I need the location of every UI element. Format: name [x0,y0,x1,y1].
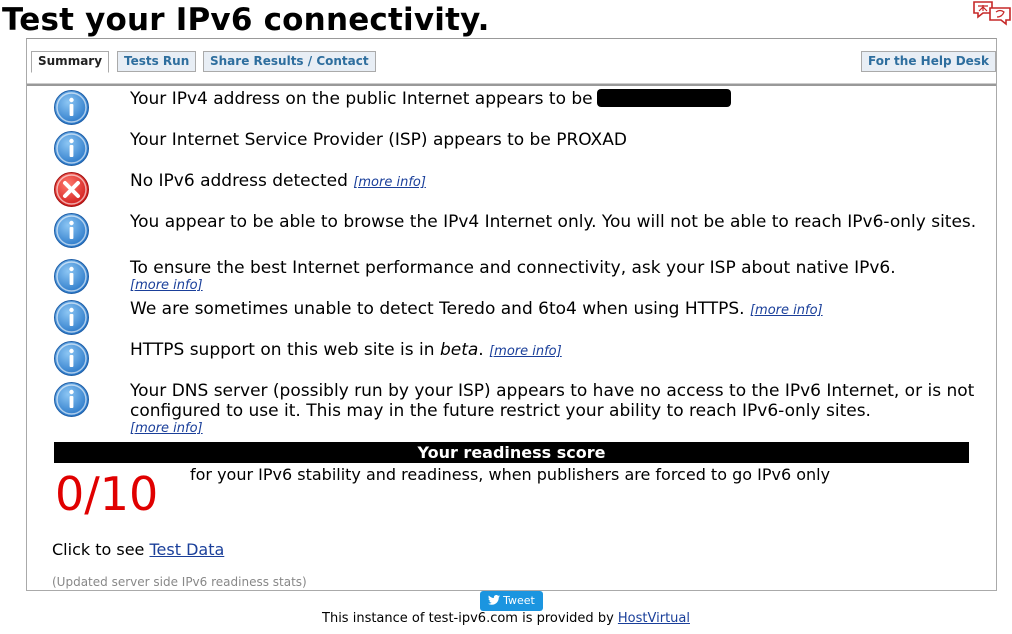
footer-text: This instance of test-ipv6.com is provid… [322,611,614,626]
teredo-message: We are sometimes unable to detect Teredo… [130,299,745,319]
info-icon [53,299,90,336]
ipv4-message: Your IPv4 address on the public Internet… [130,89,593,109]
ipv4-only-message: You appear to be able to browse the IPv4… [130,212,977,232]
error-icon [53,171,90,208]
info-icon [53,258,90,295]
tab-help-desk[interactable]: For the Help Desk [861,51,996,72]
dns-message: Your DNS server (possibly run by your IS… [130,381,975,421]
message-text: Your IPv4 address on the public Internet… [130,89,990,109]
twitter-bird-icon [488,595,501,605]
tab-share-results[interactable]: Share Results / Contact [203,51,376,72]
more-info-link[interactable]: [more info] [130,278,990,294]
no-ipv6-message: No IPv6 address detected [130,171,348,191]
test-data-link[interactable]: Test Data [149,540,224,559]
message-text: We are sometimes unable to detect Teredo… [130,299,990,321]
click-to-see: Click to see Test Data [52,539,224,561]
tweet-button[interactable]: Tweet [480,591,543,611]
readiness-score-value: 0/10 [55,467,159,521]
https-message-period: . [478,340,484,360]
hostvirtual-link[interactable]: HostVirtual [618,611,690,626]
more-info-link[interactable]: [more info] [130,421,990,437]
ask-isp-message: To ensure the best Internet performance … [130,258,896,278]
info-icon [53,340,90,377]
language-icon[interactable] [972,0,1012,26]
info-icon [53,89,90,126]
tab-summary[interactable]: Summary [31,51,110,73]
more-info-link[interactable]: [more info] [353,175,426,190]
info-icon [53,130,90,167]
redacted-ip-address [596,89,731,107]
click-to-see-label: Click to see [52,540,145,559]
readiness-score-heading: Your readiness score [54,442,969,463]
more-info-link[interactable]: [more info] [750,303,823,318]
footer: This instance of test-ipv6.com is provid… [0,610,1012,628]
readiness-score-description: for your IPv6 stability and readiness, w… [190,465,831,484]
https-message: HTTPS support on this web site is in [130,340,435,360]
message-text: No IPv6 address detected [more info] [130,171,990,193]
beta-label: beta [439,340,479,360]
updated-stats-text: (Updated server side IPv6 readiness stat… [52,575,307,589]
tab-bar: Summary Tests Run Share Results / Contac… [27,39,996,86]
page-title: Test your IPv6 connectivity. [2,2,490,38]
message-text: Your DNS server (possibly run by your IS… [130,381,990,437]
tweet-label: Tweet [503,594,535,607]
tab-tests-run[interactable]: Tests Run [117,51,197,72]
info-icon [53,212,90,249]
info-icon [53,381,90,418]
more-info-link[interactable]: [more info] [489,344,562,359]
isp-message: Your Internet Service Provider (ISP) app… [130,130,627,150]
message-text: HTTPS support on this web site is in bet… [130,340,990,362]
message-text: To ensure the best Internet performance … [130,258,990,294]
results-panel: Summary Tests Run Share Results / Contac… [26,38,997,591]
